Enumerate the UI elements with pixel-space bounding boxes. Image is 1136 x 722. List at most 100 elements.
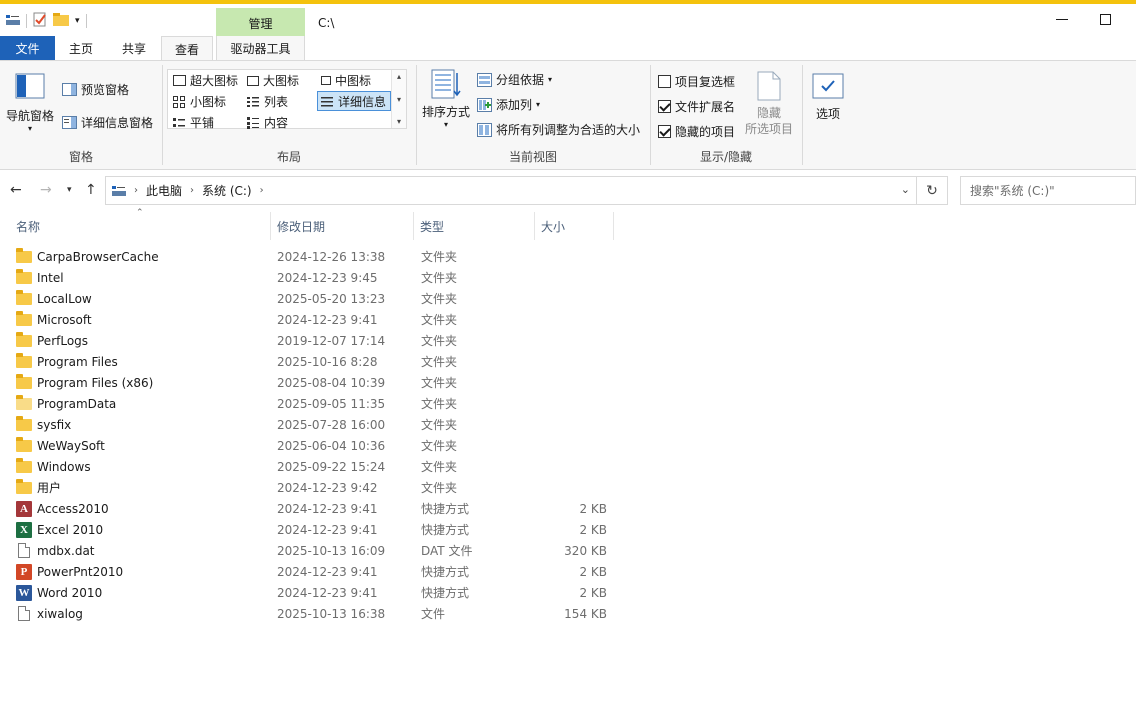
recent-locations-icon[interactable]: ▾: [67, 185, 72, 195]
breadcrumb-this-pc[interactable]: 此电脑: [146, 182, 182, 199]
sort-by-button[interactable]: 排序方式 ▾: [422, 69, 470, 129]
layout-list[interactable]: 列表: [247, 93, 288, 110]
manage-context-tab[interactable]: 管理: [216, 8, 305, 38]
up-arrow-icon[interactable]: ↑: [85, 182, 97, 198]
file-row[interactable]: sysfix 2025-07-28 16:00 文件夹: [0, 414, 1136, 435]
gallery-expand-icon[interactable]: ▾: [397, 117, 401, 126]
file-row[interactable]: Program Files (x86) 2025-08-04 10:39 文件夹: [0, 372, 1136, 393]
group-by-button[interactable]: 分组依据 ▾: [477, 71, 552, 88]
file-size: 2 KB: [579, 522, 607, 537]
file-name-cell: sysfix: [16, 415, 71, 432]
hide-selected-button[interactable]: 隐藏 所选项目: [745, 71, 793, 137]
new-folder-icon[interactable]: [53, 13, 69, 29]
nav-pane-button[interactable]: 导航窗格 ▾: [6, 73, 54, 133]
add-columns-label: 添加列: [496, 98, 533, 112]
file-row[interactable]: P PowerPnt2010 2024-12-23 9:41 快捷方式 2 KB: [0, 561, 1136, 582]
back-arrow-icon[interactable]: ←: [10, 182, 22, 198]
group-layout-label: 布局: [276, 150, 301, 164]
file-size: 2 KB: [579, 564, 607, 579]
details-pane-button[interactable]: 详细信息窗格: [62, 114, 153, 131]
tab-view[interactable]: 查看: [161, 36, 213, 61]
preview-pane-button[interactable]: 预览窗格: [62, 81, 129, 98]
file-name-cell: Program Files: [16, 352, 118, 369]
file-row[interactable]: xiwalog 2025-10-13 16:38 文件 154 KB: [0, 603, 1136, 624]
file-extensions-checkbox[interactable]: [658, 100, 671, 113]
sort-by-label: 排序方式: [422, 105, 471, 119]
file-date: 2024-12-23 9:45: [277, 270, 378, 285]
nav-pane-icon: [15, 73, 45, 99]
file-name-cell: Program Files (x86): [16, 373, 153, 390]
layout-large-icons[interactable]: 大图标: [247, 72, 299, 89]
layout-tiles[interactable]: 平铺: [173, 114, 214, 131]
layout-medium-icons[interactable]: 中图标: [321, 72, 371, 89]
layout-details[interactable]: 详细信息: [321, 93, 386, 110]
file-row[interactable]: Windows 2025-09-22 15:24 文件夹: [0, 456, 1136, 477]
file-row[interactable]: Intel 2024-12-23 9:45 文件夹: [0, 267, 1136, 288]
layout-content[interactable]: 内容: [247, 114, 288, 131]
qat-dropdown-icon[interactable]: ▾: [75, 16, 80, 26]
file-row[interactable]: LocalLow 2025-05-20 13:23 文件夹: [0, 288, 1136, 309]
forward-arrow-icon[interactable]: →: [40, 182, 52, 198]
file-name: ProgramData: [37, 396, 117, 411]
file-row[interactable]: Program Files 2025-10-16 8:28 文件夹: [0, 351, 1136, 372]
scroll-up-icon[interactable]: ▴: [397, 72, 401, 81]
hidden-items-checkbox[interactable]: [658, 125, 671, 138]
tab-home[interactable]: 主页: [59, 36, 103, 60]
layout-extra-large-icons[interactable]: 超大图标: [173, 72, 238, 89]
group-panes-label: 窗格: [68, 150, 93, 164]
address-bar[interactable]: › 此电脑 › 系统 (C:) › ⌄: [105, 176, 917, 205]
add-columns-button[interactable]: 添加列 ▾: [477, 96, 540, 113]
access-icon: A: [16, 500, 32, 517]
column-size[interactable]: 大小: [535, 212, 614, 240]
file-name: Windows: [37, 459, 91, 474]
item-checkboxes-toggle[interactable]: 项目复选框: [658, 73, 735, 90]
breadcrumb-system-drive[interactable]: 系统 (C:): [202, 182, 252, 199]
column-type[interactable]: 类型: [414, 212, 535, 240]
breadcrumb-separator-icon[interactable]: ›: [134, 185, 138, 196]
file-name-cell: Windows: [16, 457, 91, 474]
column-date-modified[interactable]: 修改日期: [271, 212, 414, 240]
file-row[interactable]: 用户 2024-12-23 9:42 文件夹: [0, 477, 1136, 498]
refresh-button[interactable]: ↻: [917, 176, 948, 205]
column-name[interactable]: 名称: [10, 212, 271, 240]
item-checkboxes-checkbox[interactable]: [658, 75, 671, 88]
file-row[interactable]: mdbx.dat 2025-10-13 16:09 DAT 文件 320 KB: [0, 540, 1136, 561]
medium-icons-icon: [321, 76, 331, 85]
file-extensions-label: 文件扩展名: [675, 100, 736, 114]
hide-selected-label: 隐藏 所选项目: [745, 106, 794, 136]
fit-columns-button[interactable]: 将所有列调整为合适的大小: [477, 121, 640, 138]
scroll-down-icon[interactable]: ▾: [397, 95, 401, 104]
file-row[interactable]: A Access2010 2024-12-23 9:41 快捷方式 2 KB: [0, 498, 1136, 519]
layout-item-label: 中图标: [335, 74, 372, 88]
address-history-dropdown-icon[interactable]: ⌄: [901, 183, 910, 196]
hidden-items-toggle[interactable]: 隐藏的项目: [658, 123, 735, 140]
layout-small-icons[interactable]: 小图标: [173, 93, 226, 110]
search-input[interactable]: 搜索"系统 (C:)": [960, 176, 1136, 205]
file-row[interactable]: CarpaBrowserCache 2024-12-26 13:38 文件夹: [0, 246, 1136, 267]
file-row[interactable]: Microsoft 2024-12-23 9:41 文件夹: [0, 309, 1136, 330]
layout-item-label: 超大图标: [190, 74, 239, 88]
tab-drive-tools[interactable]: 驱动器工具: [216, 36, 305, 60]
explorer-icon[interactable]: [6, 14, 20, 29]
breadcrumb-separator-icon[interactable]: ›: [190, 185, 194, 196]
tab-share[interactable]: 共享: [112, 36, 156, 60]
nav-pane-label: 导航窗格: [6, 109, 55, 123]
file-row[interactable]: ProgramData 2025-09-05 11:35 文件夹: [0, 393, 1136, 414]
layout-gallery-scroll[interactable]: ▴ ▾ ▾: [391, 70, 406, 128]
file-row[interactable]: PerfLogs 2019-12-07 17:14 文件夹: [0, 330, 1136, 351]
refresh-icon: ↻: [926, 182, 938, 199]
file-row[interactable]: W Word 2010 2024-12-23 9:41 快捷方式 2 KB: [0, 582, 1136, 603]
maximize-button[interactable]: [1100, 14, 1111, 25]
file-name-cell: PerfLogs: [16, 331, 88, 348]
minimize-button[interactable]: [1056, 19, 1068, 20]
preview-pane-icon: [62, 83, 77, 96]
layout-item-label: 详细信息: [338, 95, 387, 109]
file-extensions-toggle[interactable]: 文件扩展名: [658, 98, 735, 115]
file-name: Word 2010: [37, 585, 103, 600]
options-button[interactable]: 选项: [812, 73, 844, 122]
file-row[interactable]: X Excel 2010 2024-12-23 9:41 快捷方式 2 KB: [0, 519, 1136, 540]
properties-icon[interactable]: [33, 12, 47, 30]
tab-file[interactable]: 文件: [0, 36, 55, 60]
file-row[interactable]: WeWaySoft 2025-06-04 10:36 文件夹: [0, 435, 1136, 456]
breadcrumb-separator-icon[interactable]: ›: [260, 185, 264, 196]
